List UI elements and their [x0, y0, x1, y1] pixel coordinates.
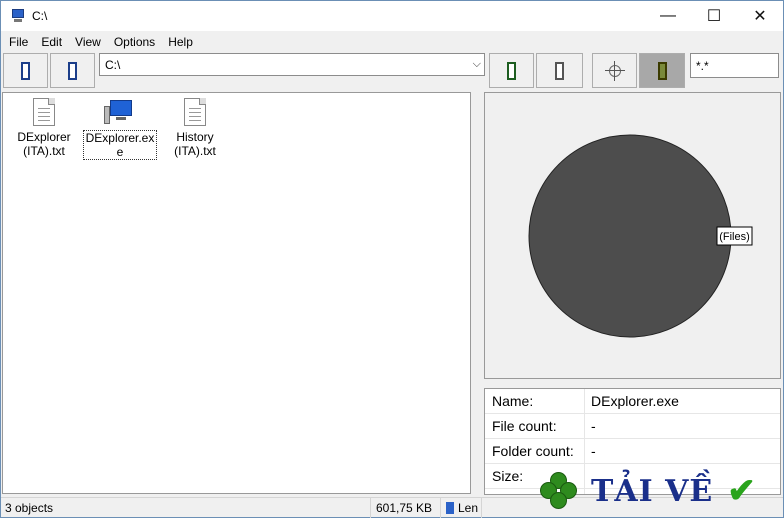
file-label: DExplorer.ex e — [83, 130, 157, 160]
prop-value: - — [591, 442, 596, 459]
menu-view[interactable]: View — [67, 32, 106, 52]
watermark-text: TẢI VỀ — [591, 473, 714, 509]
status-total-size: 601,75 KB — [372, 498, 441, 518]
prop-row-file-count: File count: - — [485, 413, 780, 439]
maximize-button[interactable]: ☐ — [691, 1, 737, 31]
text-file-icon — [184, 98, 206, 126]
crosshair-icon — [604, 60, 625, 81]
file-label: DExplorer (ITA).txt — [17, 130, 71, 158]
text-file-icon — [33, 98, 55, 126]
back-icon — [21, 61, 30, 80]
close-button[interactable]: ✕ — [737, 1, 783, 31]
view-button-gray[interactable] — [536, 53, 583, 88]
app-window: C:\ — ☐ ✕ File Edit View Options Help C:… — [0, 0, 784, 518]
file-item-dexplorer-txt[interactable]: DExplorer (ITA).txt — [7, 98, 81, 158]
prop-key: File count: — [485, 413, 585, 439]
chevron-down-icon[interactable]: ⌵ — [473, 58, 481, 71]
prop-row-name: Name: DExplorer.exe — [485, 389, 780, 414]
slice-label: (Files) — [719, 231, 750, 243]
back-button[interactable] — [3, 53, 48, 88]
prop-value: - — [591, 417, 596, 434]
watermark: TẢI VỀ ✔ — [539, 471, 779, 511]
menu-file[interactable]: File — [1, 32, 33, 52]
pie-chart: (Files) — [528, 134, 753, 338]
minimize-button[interactable]: — — [645, 1, 691, 31]
filter-input[interactable] — [690, 53, 779, 78]
forward-button[interactable] — [50, 53, 95, 88]
file-label: History (ITA).txt — [174, 130, 216, 158]
pie-slice-files[interactable] — [528, 134, 732, 338]
path-value: C:\ — [105, 57, 121, 72]
view-button-green[interactable] — [489, 53, 534, 88]
window-controls: — ☐ ✕ — [645, 1, 783, 31]
menu-help[interactable]: Help — [160, 32, 198, 52]
menu-edit[interactable]: Edit — [33, 32, 67, 52]
status-extra-text: Len — [458, 501, 479, 515]
panel-gray-icon — [555, 61, 564, 80]
panel-green-icon — [507, 61, 516, 80]
window-title: C:\ — [32, 9, 48, 23]
title-bar[interactable]: C:\ — ☐ ✕ — [1, 1, 783, 31]
computer-exe-icon — [104, 98, 136, 126]
bar-icon — [446, 502, 454, 514]
prop-key: Folder count: — [485, 438, 585, 464]
panel-olive-icon — [657, 61, 667, 80]
file-item-dexplorer-exe[interactable]: DExplorer.ex e — [83, 98, 157, 160]
file-list-pane[interactable]: DExplorer (ITA).txt DExplorer.ex e Histo… — [2, 92, 471, 494]
toggle-button-pressed[interactable] — [639, 53, 685, 88]
checkmark-icon: ✔ — [727, 472, 756, 510]
clover-icon — [539, 471, 579, 511]
file-item-history-txt[interactable]: History (ITA).txt — [158, 98, 232, 158]
prop-key: Name: — [485, 389, 585, 414]
status-object-count: 3 objects — [1, 498, 371, 518]
status-extra: Len — [442, 498, 482, 518]
pie-chart-pane: (Files) — [484, 92, 781, 379]
menu-bar: File Edit View Options Help — [1, 32, 198, 52]
prop-value: DExplorer.exe — [591, 392, 679, 409]
target-button[interactable] — [592, 53, 637, 88]
forward-icon — [68, 61, 77, 80]
path-combobox[interactable]: C:\ ⌵ — [99, 53, 485, 76]
menu-options[interactable]: Options — [106, 32, 160, 52]
prop-row-folder-count: Folder count: - — [485, 438, 780, 464]
computer-icon — [10, 9, 26, 23]
